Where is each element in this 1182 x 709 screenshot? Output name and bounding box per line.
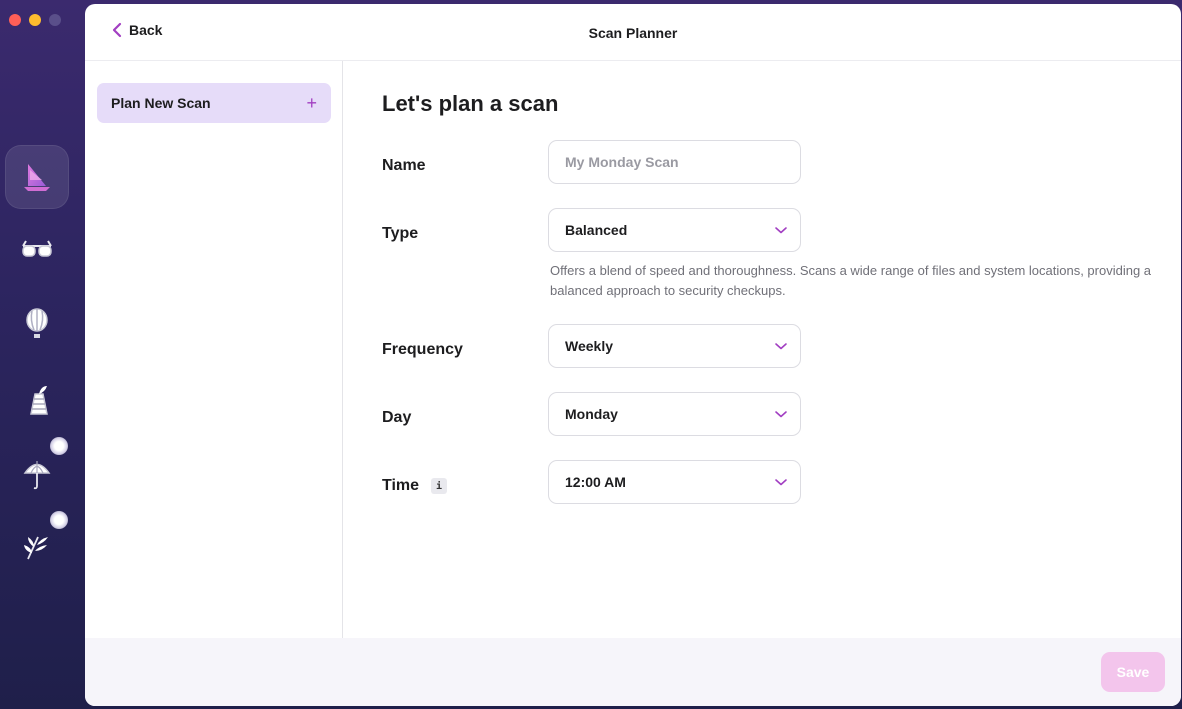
day-select-value: Monday — [565, 406, 618, 422]
name-label: Name — [382, 157, 426, 175]
rail-item-privacy[interactable] — [5, 218, 69, 282]
info-icon[interactable]: i — [431, 478, 448, 494]
time-select-value: 12:00 AM — [565, 474, 626, 490]
rail-item-tower[interactable] — [5, 368, 69, 432]
footer-bar: Save — [85, 638, 1181, 706]
scan-list-sidebar: Plan New Scan + — [85, 61, 343, 638]
time-label: Time i — [382, 477, 448, 495]
type-label: Type — [382, 225, 418, 243]
save-button[interactable]: Save — [1101, 652, 1165, 692]
scan-form: Let's plan a scan Name Type Balanced Off… — [344, 61, 1181, 638]
name-input[interactable] — [565, 154, 788, 170]
leaves-icon — [24, 536, 48, 560]
chevron-down-icon — [775, 227, 787, 234]
form-heading: Let's plan a scan — [382, 91, 559, 116]
umbrella-icon — [23, 461, 51, 490]
chevron-down-icon — [775, 479, 787, 486]
frequency-label-text: Frequency — [382, 341, 463, 358]
plus-icon: + — [306, 92, 317, 113]
rail-item-smart-scan[interactable] — [5, 145, 69, 209]
scan-planner-window: Back Scan Planner Plan New Scan + Let's … — [85, 4, 1181, 706]
day-label-text: Day — [382, 409, 412, 426]
time-label-text: Time — [382, 477, 420, 494]
boat-icon — [24, 164, 50, 191]
type-select-value: Balanced — [565, 222, 628, 238]
title-bar: Back Scan Planner — [85, 4, 1181, 61]
frequency-select-value: Weekly — [565, 338, 613, 354]
name-field[interactable] — [548, 140, 801, 184]
rail-item-protection[interactable] — [5, 442, 69, 506]
chevron-down-icon — [775, 411, 787, 418]
glasses-icon — [22, 240, 52, 257]
rail-item-cleanup[interactable] — [5, 514, 69, 578]
day-select[interactable]: Monday — [548, 392, 801, 436]
frequency-label: Frequency — [382, 341, 463, 359]
plan-new-scan-item[interactable]: Plan New Scan + — [97, 83, 331, 123]
day-label: Day — [382, 409, 411, 427]
name-label-text: Name — [382, 157, 426, 174]
type-select[interactable]: Balanced — [548, 208, 801, 252]
plan-new-scan-label: Plan New Scan — [111, 95, 211, 111]
time-select[interactable]: 12:00 AM — [548, 460, 801, 504]
type-label-text: Type — [382, 225, 419, 242]
balloon-icon — [26, 308, 48, 338]
app-rail — [0, 0, 85, 709]
page-title: Scan Planner — [588, 25, 678, 41]
frequency-select[interactable]: Weekly — [548, 324, 801, 368]
rail-item-explore[interactable] — [5, 292, 69, 356]
type-description: Offers a blend of speed and thoroughness… — [550, 263, 1152, 298]
chevron-down-icon — [775, 343, 787, 350]
tower-icon — [30, 386, 48, 415]
